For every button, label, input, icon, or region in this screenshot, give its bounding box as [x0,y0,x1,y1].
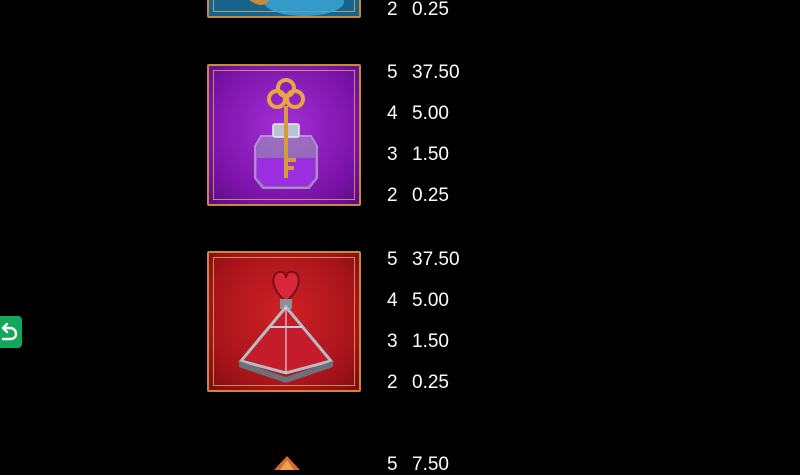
payout-value: 0.25 [412,185,449,206]
payout-value: 5.00 [412,290,449,311]
payout-value: 37.50 [412,249,460,270]
symbol-art-partial [274,456,300,470]
symbol-count: 3 [387,144,398,165]
payout-value: 0.25 [412,0,449,20]
back-button[interactable] [0,316,22,348]
symbol-card-purple-potion [207,64,361,206]
symbol-count: 4 [387,103,398,124]
payout-value: 7.50 [412,454,449,475]
symbol-count: 5 [387,454,398,475]
symbol-count: 3 [387,331,398,352]
payout-value: 1.50 [412,144,449,165]
symbol-count: 4 [387,290,398,311]
symbol-art-blue [249,0,344,16]
payout-value: 5.00 [412,103,449,124]
symbol-count: 2 [387,0,398,20]
heart-pyramid-potion-icon [238,271,334,383]
club-potion-bottle-icon [254,78,318,189]
payout-value: 37.50 [412,62,460,83]
symbol-count: 5 [387,249,398,270]
undo-arrow-icon [1,322,18,341]
payout-value: 1.50 [412,331,449,352]
symbol-card-red-potion [207,251,361,392]
symbol-count: 2 [387,185,398,206]
payout-value: 0.25 [412,372,449,393]
symbol-card-blue-partial [207,0,361,18]
symbol-count: 2 [387,372,398,393]
symbol-count: 5 [387,62,398,83]
